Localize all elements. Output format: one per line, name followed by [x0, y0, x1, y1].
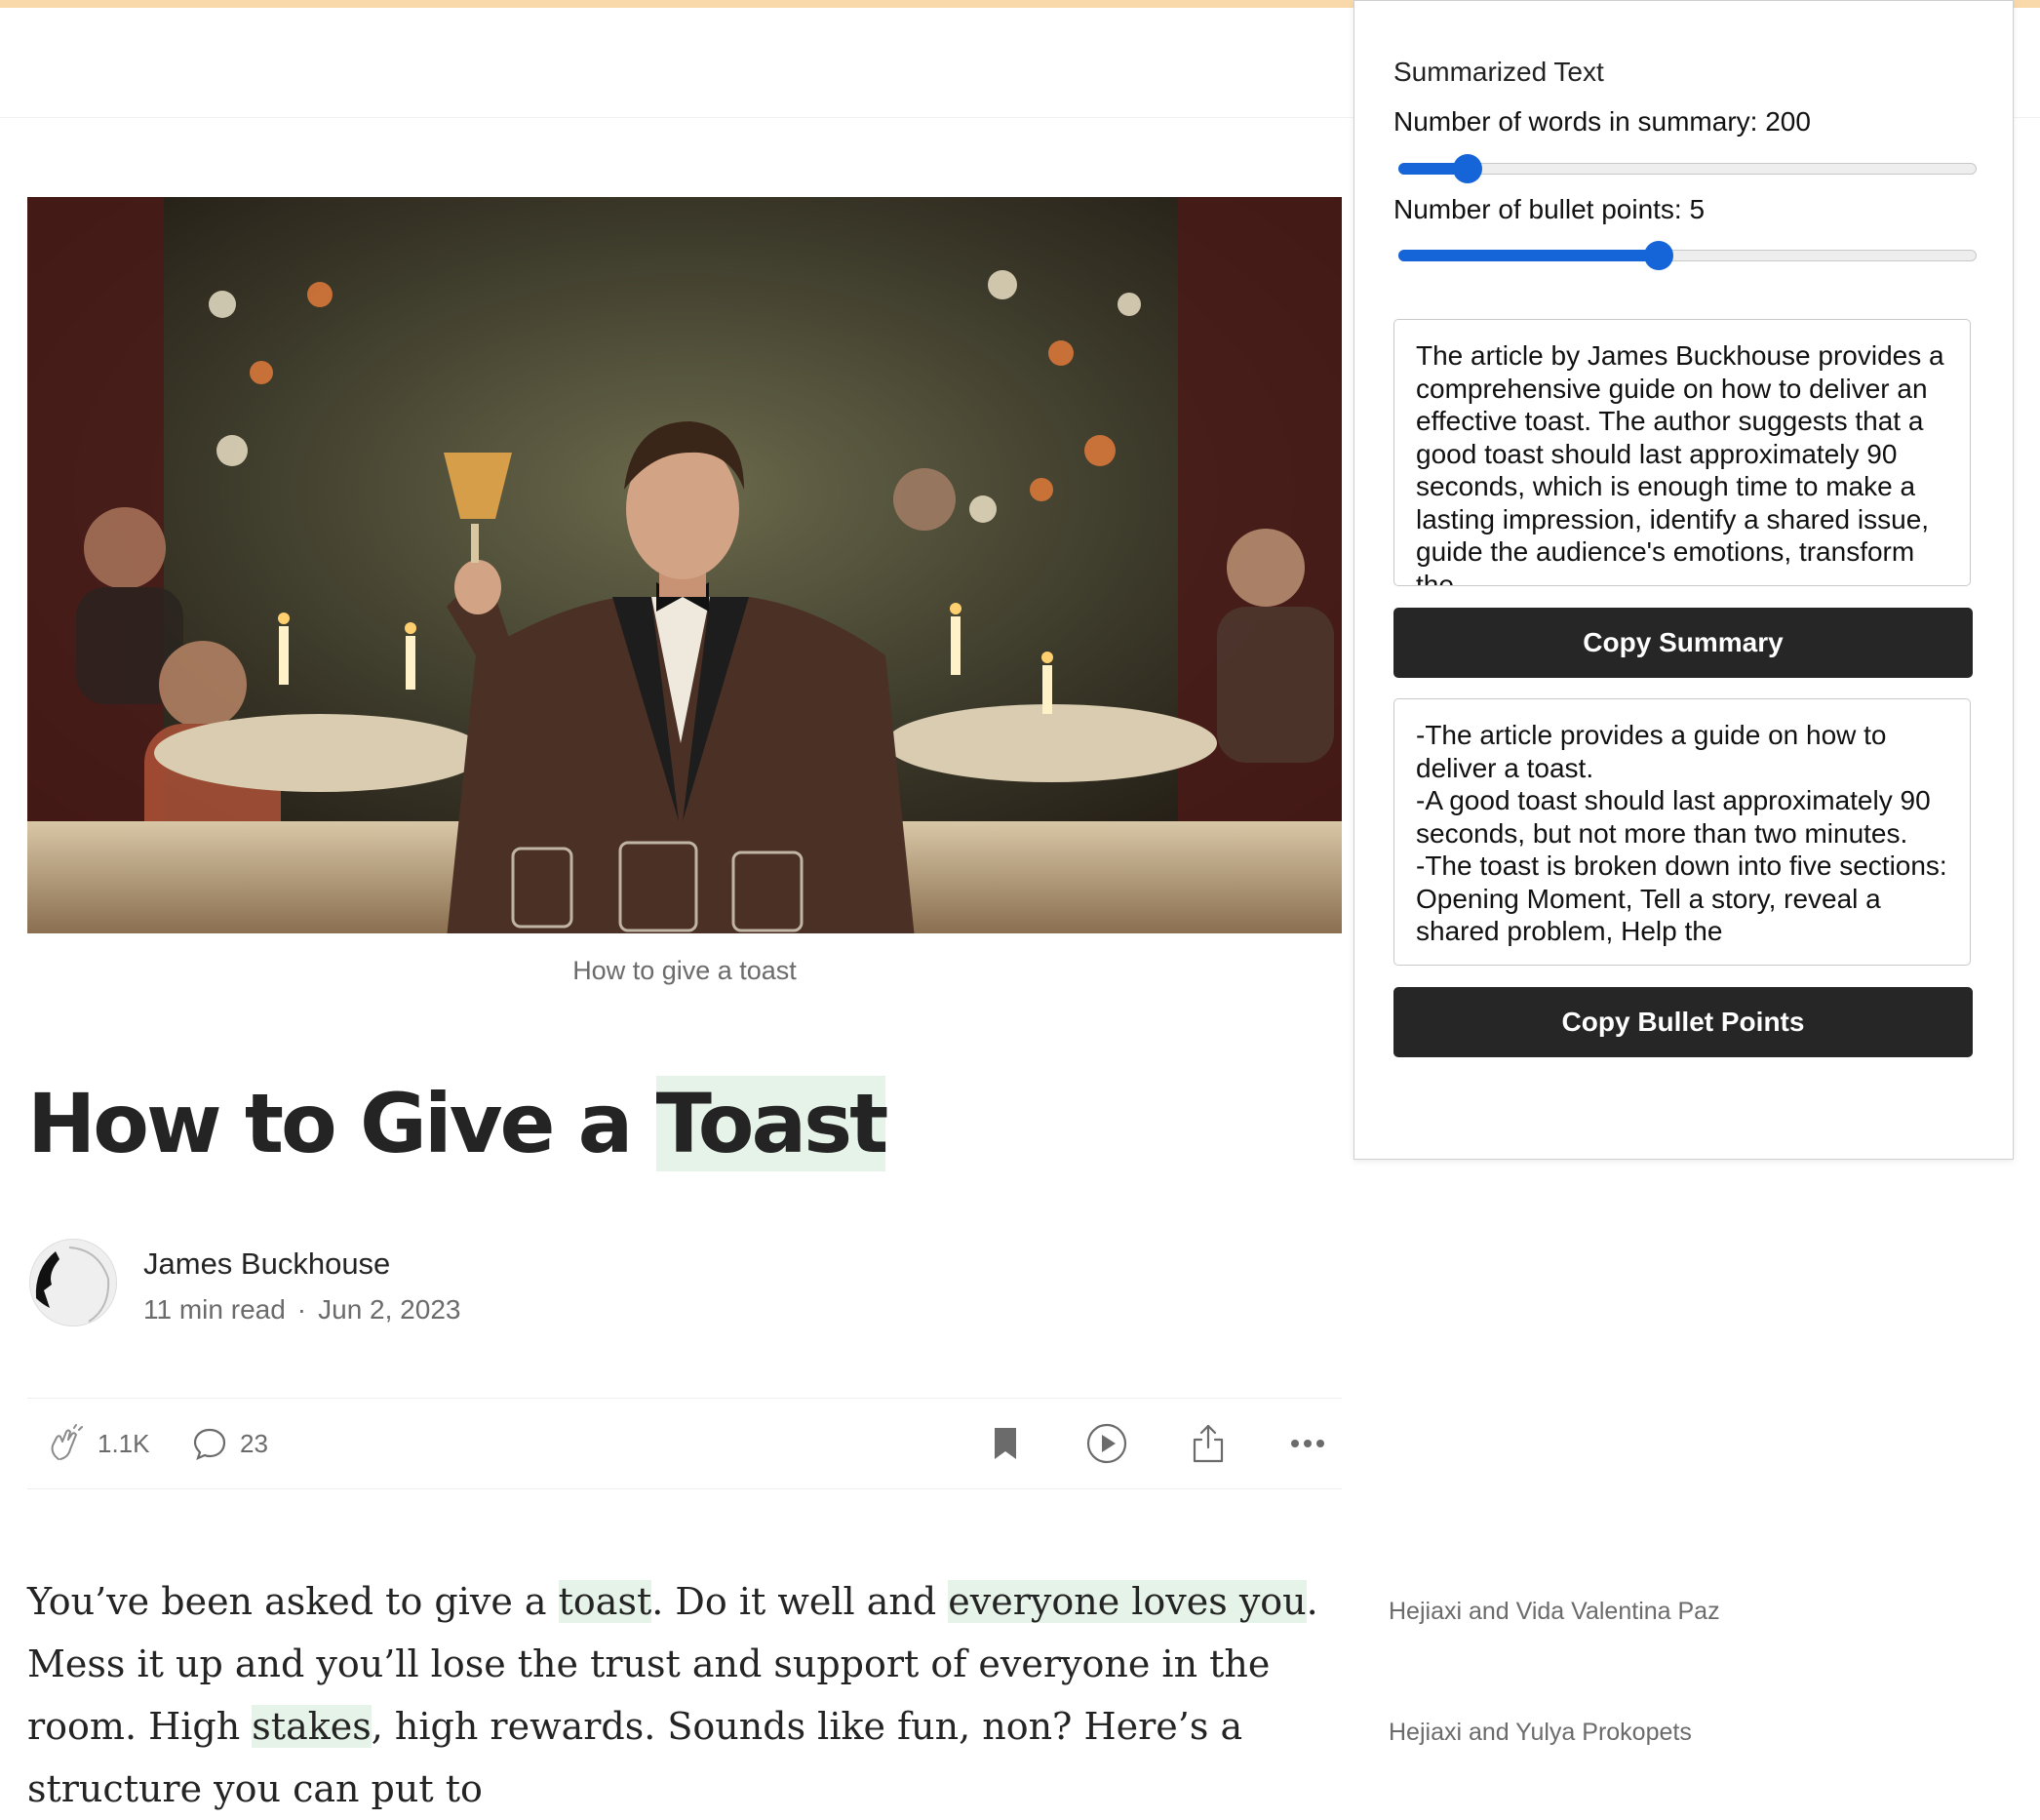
- article-meta: 11 min read · Jun 2, 2023: [143, 1294, 460, 1325]
- words-slider-label: Number of words in summary: 200: [1393, 106, 1811, 137]
- recommendation-item[interactable]: Hejiaxi and Yulya Prokopets: [1389, 1719, 1692, 1747]
- slider-track: [1398, 163, 1977, 175]
- recommendation-item[interactable]: Hejiaxi and Vida Valentina Paz: [1389, 1598, 1720, 1626]
- bullets-textarea[interactable]: -The article provides a guide on how to …: [1393, 698, 1971, 966]
- play-icon: [1085, 1422, 1128, 1465]
- clap-icon: [47, 1424, 86, 1463]
- body-text-run: . Do it well and: [651, 1580, 949, 1623]
- article-body-paragraph: You’ve been asked to give a toast. Do it…: [27, 1570, 1344, 1820]
- read-time: 11 min read: [143, 1294, 286, 1325]
- body-highlight[interactable]: stakes: [252, 1705, 372, 1748]
- slider-fill: [1398, 250, 1659, 261]
- bookmark-icon: [989, 1424, 1022, 1463]
- comment-button[interactable]: 23: [191, 1399, 268, 1488]
- listen-button[interactable]: [1085, 1399, 1128, 1488]
- clap-count: 1.1K: [98, 1428, 150, 1458]
- share-icon: [1190, 1422, 1227, 1465]
- body-highlight[interactable]: toast: [558, 1580, 652, 1623]
- article-hero-image: [27, 197, 1342, 933]
- comment-icon: [191, 1425, 228, 1462]
- bullets-text: -The article provides a guide on how to …: [1416, 720, 1947, 946]
- words-slider[interactable]: [1398, 154, 1977, 183]
- more-icon: [1289, 1438, 1326, 1449]
- slider-thumb[interactable]: [1453, 154, 1483, 183]
- bookmark-button[interactable]: [989, 1399, 1022, 1488]
- clap-button[interactable]: 1.1K: [47, 1399, 150, 1488]
- author-avatar[interactable]: [29, 1239, 117, 1326]
- summary-textarea[interactable]: The article by James Buckhouse provides …: [1393, 319, 1971, 586]
- slider-thumb[interactable]: [1643, 241, 1673, 270]
- article-action-bar: 1.1K 23: [27, 1398, 1342, 1489]
- image-caption: How to give a toast: [572, 956, 797, 985]
- body-text-run: You’ve been asked to give a: [27, 1580, 559, 1623]
- publish-date: Jun 2, 2023: [318, 1294, 461, 1325]
- copy-summary-button[interactable]: Copy Summary: [1393, 608, 1973, 678]
- title-text: How to Give a: [27, 1076, 656, 1171]
- article-title: How to Give a Toast: [27, 1073, 888, 1175]
- summary-text: The article by James Buckhouse provides …: [1416, 340, 1952, 586]
- author-name[interactable]: James Buckhouse: [143, 1246, 390, 1282]
- share-button[interactable]: [1190, 1399, 1227, 1488]
- title-highlight: Toast: [655, 1076, 888, 1171]
- more-options-button[interactable]: [1289, 1399, 1326, 1488]
- bullets-slider[interactable]: [1398, 241, 1977, 270]
- summarizer-panel: Summarized Text Number of words in summa…: [1353, 0, 2014, 1160]
- panel-title: Summarized Text: [1393, 57, 1604, 87]
- bullets-slider-label: Number of bullet points: 5: [1393, 194, 1706, 224]
- meta-separator: ·: [296, 1294, 307, 1325]
- comment-count: 23: [240, 1428, 268, 1458]
- body-highlight[interactable]: everyone loves you: [948, 1580, 1307, 1623]
- copy-bullets-button[interactable]: Copy Bullet Points: [1393, 987, 1973, 1057]
